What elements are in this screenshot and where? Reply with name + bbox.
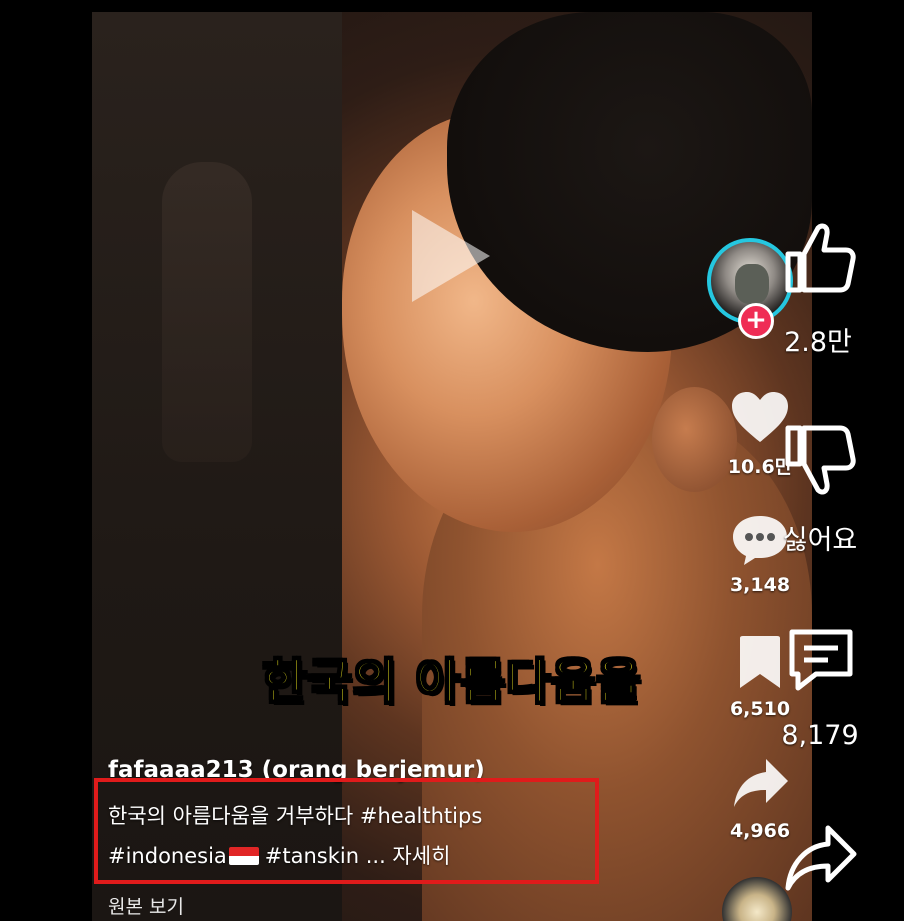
comment-count: 8,179 [781,720,859,751]
caption-more-link[interactable]: #tanskin ... 자세히 [265,844,451,868]
comment-icon[interactable] [786,626,856,694]
play-icon[interactable] [412,210,490,302]
dislike-label: 싫어요 [782,525,858,556]
share-icon[interactable] [784,824,858,894]
thumbs-down-icon[interactable] [782,424,856,496]
hashtag-indonesia[interactable]: #indonesia [108,844,227,868]
heart-icon[interactable] [730,390,790,445]
thumbs-up-icon[interactable] [782,222,856,294]
like-count: 2.8만 [784,327,852,358]
video-subtitle: 한국의 아름다움을 [262,653,642,711]
caption-line-2[interactable]: #indonesia #tanskin ... 자세히 [108,840,450,870]
tiktok-comment-count: 3,148 [729,574,791,596]
caption-line-1: 한국의 아름다움을 거부하다 #healthtips [108,804,483,828]
bookmark-icon[interactable] [737,634,783,690]
view-original-link[interactable]: 원본 보기 [108,892,184,919]
video-player[interactable]: 한국의 아름다움을 fafaaaa213 (orang berjemur) 한국… [92,12,812,921]
avatar-face [735,264,769,304]
tiktok-save-count: 6,510 [729,698,791,720]
background-figure [162,162,252,462]
share-arrow-icon[interactable] [732,757,790,809]
indonesia-flag-icon [228,847,259,865]
